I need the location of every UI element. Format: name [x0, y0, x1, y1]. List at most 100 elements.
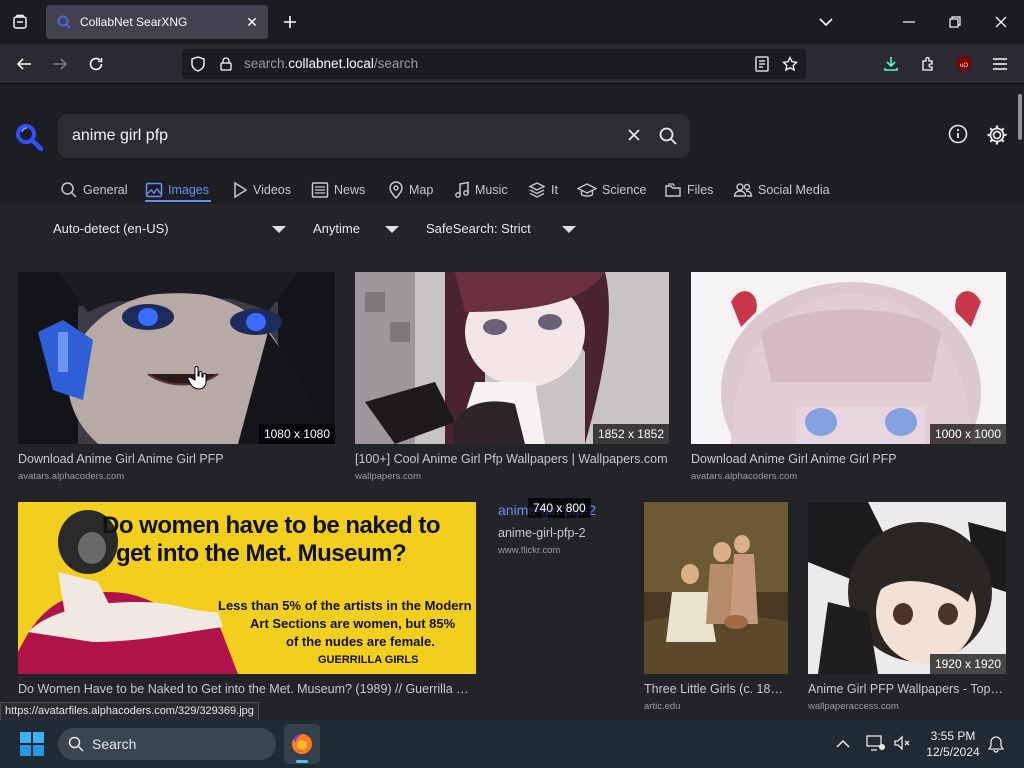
- anime-girl-thinking-image: [355, 272, 669, 444]
- language-dropdown-icon[interactable]: [272, 226, 286, 233]
- searxng-page: anime girl pfp General Images Videos New…: [0, 84, 1024, 720]
- anime-girl-dark-hair-image: [808, 502, 1006, 674]
- map-pin-icon: [389, 181, 403, 199]
- forward-icon[interactable]: [46, 50, 74, 78]
- tracking-protection-shield-icon[interactable]: [184, 50, 212, 78]
- tab-social-media[interactable]: Social Media: [733, 178, 830, 202]
- search-icon: [68, 736, 84, 752]
- result-title[interactable]: Three Little Girls (c. 1880): [644, 682, 788, 696]
- browser-tab-bar: CollabNet SearXNG ✕: [0, 0, 1024, 44]
- searxng-logo-icon[interactable]: [14, 122, 44, 157]
- tab-it[interactable]: It: [528, 178, 558, 202]
- result-title[interactable]: Anime Girl PFP Wallpapers - Top Free: [808, 682, 1006, 696]
- menu-hamburger-icon[interactable]: [986, 50, 1014, 78]
- taskbar-firefox-button[interactable]: [284, 724, 320, 764]
- clear-search-icon[interactable]: [626, 127, 642, 148]
- tab-map[interactable]: Map: [388, 178, 433, 202]
- tab-files[interactable]: Files: [664, 178, 713, 202]
- newspaper-icon: [311, 182, 329, 198]
- result-source: wallpaperaccess.com: [808, 701, 899, 712]
- safesearch-dropdown-icon[interactable]: [562, 226, 576, 233]
- clock-date: 12/5/2024: [926, 745, 980, 759]
- poster-body-2: Art Sections are women, but 85%: [250, 616, 456, 631]
- reader-view-icon[interactable]: [748, 50, 776, 78]
- search-box[interactable]: anime girl pfp: [58, 114, 690, 158]
- notification-bell-icon[interactable]: [987, 735, 1005, 758]
- back-icon[interactable]: [10, 50, 38, 78]
- resolution-badge: 1920 x 1920: [929, 654, 1006, 674]
- image-icon: [145, 182, 163, 198]
- search-input[interactable]: anime girl pfp: [72, 127, 168, 145]
- tab-title: CollabNet SearXNG: [80, 15, 188, 29]
- result-source: avatars.alphacoders.com: [18, 471, 125, 482]
- url-text[interactable]: search.collabnet.local/search: [244, 56, 418, 71]
- preferences-gear-icon[interactable]: [986, 124, 1008, 151]
- page-scrollbar[interactable]: [1018, 94, 1022, 140]
- active-app-indicator: [296, 760, 308, 763]
- result-title[interactable]: Do Women Have to be Naked to Get into th…: [18, 682, 476, 696]
- resolution-badge: 1000 x 1000: [929, 424, 1006, 444]
- result-title[interactable]: Download Anime Girl Anime Girl PFP: [18, 452, 335, 466]
- result-image-2[interactable]: 1852 x 1852: [355, 272, 669, 444]
- poster-body-1: Less than 5% of the artists in the Moder…: [218, 598, 472, 613]
- tab-news[interactable]: News: [311, 178, 365, 202]
- tab-close-icon[interactable]: ✕: [240, 10, 264, 34]
- close-window-icon[interactable]: [987, 8, 1015, 36]
- result-title[interactable]: anime-girl-pfp-2: [498, 526, 628, 540]
- tab-searxng[interactable]: CollabNet SearXNG ✕: [46, 5, 268, 39]
- result-image-1[interactable]: 1080 x 1080: [18, 272, 335, 444]
- result-source: www.flickr.com: [498, 545, 561, 556]
- result-image-3[interactable]: 1000 x 1000: [691, 272, 1006, 444]
- reload-icon[interactable]: [82, 50, 110, 78]
- poster-headline-1: Do women have to be naked to: [102, 512, 441, 539]
- result-image-4[interactable]: Do women have to be naked to get into th…: [18, 502, 476, 674]
- resolution-badge: 1852 x 1852: [592, 424, 669, 444]
- search-submit-icon[interactable]: [658, 126, 678, 151]
- search-header: anime girl pfp General Images Videos New…: [0, 84, 1024, 204]
- tab-music[interactable]: Music: [454, 178, 508, 202]
- windows-start-icon[interactable]: [20, 732, 44, 761]
- site-info-lock-icon[interactable]: [212, 50, 240, 78]
- tray-overflow-chevron-icon[interactable]: [836, 736, 850, 754]
- time-dropdown-icon[interactable]: [385, 226, 399, 233]
- result-title[interactable]: [100+] Cool Anime Girl Pfp Wallpapers | …: [355, 452, 672, 466]
- tab-overview-icon[interactable]: [6, 8, 34, 36]
- result-source: artic.edu: [644, 701, 681, 712]
- school-icon: [577, 183, 597, 197]
- new-tab-icon[interactable]: [276, 8, 304, 36]
- result-image-7[interactable]: 1920 x 1920: [808, 502, 1006, 674]
- about-info-icon[interactable]: [948, 124, 968, 149]
- address-bar[interactable]: search.collabnet.local/search: [182, 49, 806, 79]
- time-range-select[interactable]: Anytime: [313, 221, 360, 236]
- list-all-tabs-icon[interactable]: [812, 8, 840, 36]
- tab-general[interactable]: General: [60, 178, 127, 202]
- bookmark-star-icon[interactable]: [776, 50, 804, 78]
- tab-videos[interactable]: Videos: [232, 178, 291, 202]
- taskbar-clock[interactable]: 3:55 PM 12/5/2024: [924, 728, 982, 760]
- hand-cursor-icon: [187, 366, 208, 395]
- three-little-girls-painting: [644, 502, 788, 674]
- tab-science[interactable]: Science: [577, 178, 646, 202]
- searxng-favicon-icon: [57, 15, 71, 29]
- result-source: wallpapers.com: [355, 471, 421, 482]
- tab-images[interactable]: Images: [145, 178, 209, 202]
- firefox-icon: [292, 734, 312, 754]
- poster-headline-2: get into the Met. Museum?: [116, 540, 407, 567]
- music-note-icon: [455, 181, 469, 198]
- poster-brand: GUERRILLA GIRLS: [318, 654, 419, 666]
- extensions-icon[interactable]: [914, 50, 942, 78]
- restore-icon[interactable]: [941, 8, 969, 36]
- downloads-icon[interactable]: [877, 50, 905, 78]
- taskbar-search[interactable]: Search: [58, 728, 276, 760]
- volume-muted-icon[interactable]: [893, 734, 911, 757]
- safesearch-select[interactable]: SafeSearch: Strict: [426, 221, 531, 236]
- network-display-icon[interactable]: [866, 734, 886, 757]
- files-icon: [665, 183, 681, 197]
- result-image-6[interactable]: [644, 502, 788, 674]
- ublock-origin-icon[interactable]: uO: [950, 50, 978, 78]
- clock-time: 3:55 PM: [930, 729, 976, 743]
- result-title[interactable]: Download Anime Girl Anime Girl PFP: [691, 452, 1008, 466]
- minimize-icon[interactable]: [895, 8, 923, 36]
- navigation-toolbar: search.collabnet.local/search uO: [0, 44, 1024, 84]
- language-select[interactable]: Auto-detect (en-US): [53, 221, 169, 236]
